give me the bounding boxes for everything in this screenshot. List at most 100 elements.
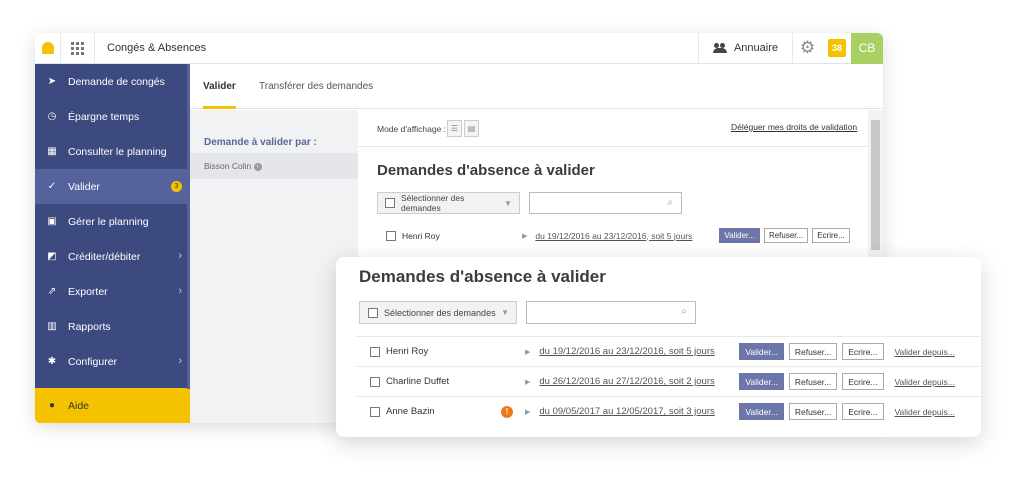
search-input[interactable]: ⌕ (529, 192, 682, 214)
sidebar-item-exporter[interactable]: ⇗ Exporter › (35, 274, 190, 309)
absence-period-link[interactable]: du 19/12/2016 au 23/12/2016, soit 5 jour… (535, 231, 715, 241)
select-all-checkbox[interactable] (385, 198, 395, 208)
sidebar-item-demande-conges[interactable]: ➤ Demande de congés (35, 64, 190, 99)
apps-grid-icon (71, 41, 84, 55)
export-icon: ⇗ (47, 286, 57, 297)
sidebar: ➤ Demande de congés ◷ Épargne temps ▦ Co… (35, 64, 190, 423)
paper-plane-icon: ➤ (47, 76, 57, 87)
sidebar-item-aide[interactable]: ● Aide (35, 388, 190, 423)
notification-badge[interactable]: 38 (828, 39, 846, 57)
sidebar-item-label: Créditer/débiter (68, 250, 141, 263)
validate-button[interactable]: Valider... (739, 343, 784, 360)
table-row: Anne Bazin ! ▶ du 09/05/2017 au 12/05/20… (356, 396, 981, 426)
chevron-right-icon: › (178, 250, 182, 262)
write-button[interactable]: Ecrire... (842, 373, 884, 390)
absence-period-link[interactable]: du 19/12/2016 au 23/12/2016, soit 5 jour… (539, 346, 734, 357)
validator-panel-title: Demande à valider par : (204, 137, 317, 148)
check-icon: ✓ (47, 181, 57, 192)
avatar[interactable]: CB (851, 33, 883, 64)
clock-icon: ◷ (47, 111, 57, 122)
row-checkbox[interactable] (370, 376, 380, 387)
refuse-button[interactable]: Refuser... (788, 403, 838, 420)
validate-since-link[interactable]: Valider depuis... (895, 407, 955, 417)
scrollbar-thumb[interactable] (871, 120, 880, 250)
select-requests-dropdown[interactable]: Sélectionner des demandes ▼ (359, 301, 517, 324)
sidebar-item-label: Demande de congés (68, 75, 165, 88)
search-icon: ⌕ (681, 306, 687, 317)
sidebar-item-valider[interactable]: ✓ Valider 3 (35, 169, 190, 204)
section-heading: Demandes d'absence à valider (377, 162, 595, 179)
tab-valider[interactable]: Valider (203, 81, 236, 92)
sidebar-item-label: Exporter (68, 285, 108, 298)
stage: Congés & Absences Annuaire ⚙ 38 CB ➤ Dem… (0, 0, 1024, 481)
apps-menu-button[interactable] (61, 33, 95, 64)
validator-item[interactable]: Bisson Colin › (190, 153, 358, 179)
settings-button[interactable]: ⚙ (792, 33, 822, 64)
compact-view-button[interactable]: ▤ (464, 120, 479, 137)
edit-square-icon: ◩ (47, 251, 57, 262)
delegate-rights-link[interactable]: Déléguer mes droits de validation (731, 122, 857, 132)
display-mode-toggle: ☰ ▤ (447, 120, 479, 137)
select-requests-label: Sélectionner des demandes (384, 307, 496, 318)
table-row: Henri Roy ▶ du 19/12/2016 au 23/12/2016,… (386, 228, 850, 243)
warning-slot: ! (501, 405, 525, 418)
validator-name: Bisson Colin (204, 161, 252, 171)
home-button[interactable] (35, 33, 61, 64)
row-checkbox[interactable] (370, 346, 380, 357)
top-bar-actions: Annuaire ⚙ 38 CB (697, 33, 883, 64)
sidebar-item-gerer-planning[interactable]: ▣ Gérer le planning (35, 204, 190, 239)
annuaire-button[interactable]: Annuaire (697, 33, 792, 64)
list-view-button[interactable]: ☰ (447, 120, 462, 137)
select-requests-dropdown[interactable]: Sélectionner des demandes ▼ (377, 192, 520, 214)
app-title: Congés & Absences (107, 42, 207, 54)
sidebar-item-epargne-temps[interactable]: ◷ Épargne temps (35, 99, 190, 134)
validate-button[interactable]: Valider... (739, 403, 784, 420)
employee-name: Henri Roy (402, 230, 440, 241)
compact-list-icon: ▤ (467, 124, 476, 133)
refuse-button[interactable]: Refuser... (788, 343, 838, 360)
sidebar-item-rapports[interactable]: ▥ Rapports (35, 309, 190, 344)
employee-name: Anne Bazin (386, 406, 435, 417)
sidebar-item-crediter-debiter[interactable]: ◩ Créditer/débiter › (35, 239, 190, 274)
validate-button[interactable]: Valider... (739, 373, 784, 390)
absence-period-link[interactable]: du 09/05/2017 au 12/05/2017, soit 3 jour… (539, 406, 734, 417)
absence-period-link[interactable]: du 26/12/2016 au 27/12/2016, soit 2 jour… (539, 376, 734, 387)
people-icon (712, 43, 727, 53)
validate-since-link[interactable]: Valider depuis... (895, 377, 955, 387)
sidebar-item-label: Configurer (68, 355, 118, 368)
calendar-icon: ▦ (47, 146, 57, 157)
sidebar-item-label: Consulter le planning (68, 145, 167, 158)
refuse-button[interactable]: Refuser... (763, 228, 809, 243)
caret-down-icon: ▼ (501, 308, 509, 317)
row-checkbox[interactable] (370, 406, 380, 417)
caret-right-icon[interactable]: ▶ (525, 348, 530, 356)
caret-right-icon[interactable]: ▶ (522, 232, 527, 240)
write-button[interactable]: Ecrire... (842, 403, 884, 420)
requests-card: Demandes d'absence à valider Sélectionne… (336, 257, 981, 437)
row-checkbox[interactable] (386, 230, 396, 241)
caret-right-icon[interactable]: ▶ (525, 378, 530, 386)
gear-icon: ⚙ (799, 38, 816, 57)
validate-button[interactable]: Valider... (719, 228, 760, 243)
write-button[interactable]: Ecrire... (842, 343, 884, 360)
annuaire-label: Annuaire (733, 42, 778, 54)
search-icon: ⌕ (667, 197, 673, 208)
search-input[interactable]: ⌕ (526, 301, 696, 324)
warning-icon: ! (501, 405, 513, 418)
employee-name: Charline Duffet (386, 376, 450, 387)
chevron-right-icon: › (178, 285, 182, 297)
sidebar-item-label: Valider (68, 180, 100, 193)
write-button[interactable]: Ecrire... (812, 228, 850, 243)
sidebar-item-consulter-planning[interactable]: ▦ Consulter le planning (35, 134, 190, 169)
pending-count-badge: 3 (171, 181, 182, 192)
sidebar-item-configurer[interactable]: ✱ Configurer › (35, 344, 190, 379)
caret-right-icon[interactable]: ▶ (525, 408, 530, 416)
validate-since-link[interactable]: Valider depuis... (895, 347, 955, 357)
divider (358, 146, 868, 147)
tab-transferer-demandes[interactable]: Transférer des demandes (259, 81, 373, 92)
bar-chart-icon: ▥ (47, 321, 57, 332)
select-all-checkbox[interactable] (368, 307, 378, 318)
refuse-button[interactable]: Refuser... (788, 373, 838, 390)
employee-name: Henri Roy (386, 346, 429, 357)
table-row: Henri Roy ▶ du 19/12/2016 au 23/12/2016,… (356, 336, 981, 366)
